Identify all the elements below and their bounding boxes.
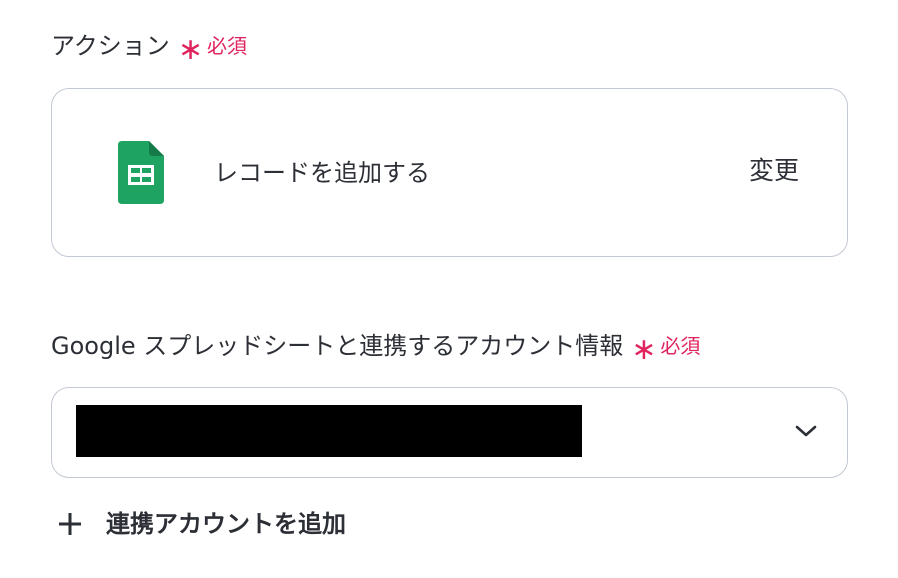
account-select[interactable] (51, 387, 848, 478)
action-card: レコードを追加する 変更 (51, 88, 848, 257)
required-asterisk: ∗ (177, 32, 203, 67)
change-action-button[interactable]: 変更 (749, 155, 799, 187)
redacted-account-value (76, 405, 582, 457)
account-label-text: Google スプレッドシートと連携するアカウント情報 (51, 332, 624, 360)
action-field-label: アクション ∗ 必須 (51, 30, 247, 66)
chevron-down-icon[interactable] (795, 424, 817, 438)
required-asterisk: ∗ (631, 332, 657, 367)
account-field-label: Google スプレッドシートと連携するアカウント情報 ∗ 必須 (51, 330, 701, 366)
required-badge: 必須 (660, 334, 701, 358)
add-account-label: 連携アカウントを追加 (106, 510, 346, 538)
required-badge: 必須 (206, 34, 247, 58)
plus-icon (59, 513, 81, 535)
add-account-button[interactable]: 連携アカウントを追加 (56, 508, 346, 540)
google-sheets-icon (118, 141, 164, 204)
action-label-text: アクション (51, 32, 170, 60)
action-name: レコードを追加する (214, 159, 430, 187)
